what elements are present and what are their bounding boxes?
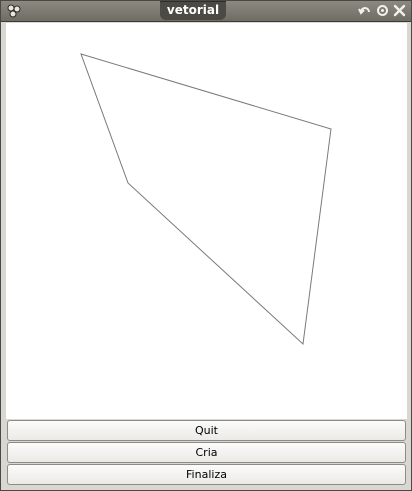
cria-button[interactable]: Cria [7, 442, 406, 463]
window-menu-icon[interactable] [6, 3, 22, 19]
shade-icon[interactable] [358, 3, 373, 18]
quit-button[interactable]: Quit [7, 420, 406, 441]
close-icon[interactable] [392, 3, 407, 18]
title-bar[interactable]: vetorial [1, 1, 411, 22]
finaliza-button[interactable]: Finaliza [7, 464, 406, 485]
drawn-polygon [80, 53, 332, 346]
title-tab: vetorial [160, 1, 226, 20]
polygon-drawing [80, 53, 332, 346]
window-bottom-border [1, 486, 411, 490]
restore-icon[interactable] [375, 3, 390, 18]
window-title: vetorial [166, 3, 220, 17]
application-window: vetorial Quit Cria Finaliza [0, 0, 412, 491]
drawing-canvas[interactable] [6, 23, 407, 419]
